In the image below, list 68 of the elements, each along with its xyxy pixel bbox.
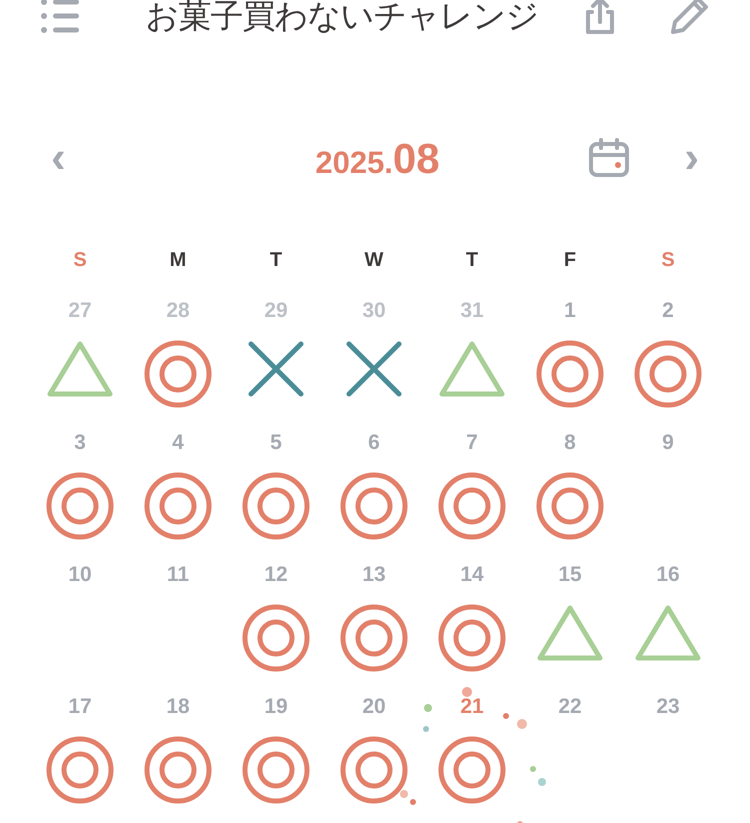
double-circle-mark: [242, 604, 310, 672]
menu-icon: [40, 0, 80, 34]
cross-mark: [345, 340, 403, 398]
triangle-mark: [537, 604, 603, 662]
day-number[interactable]: 23: [656, 687, 680, 727]
double-circle-mark: [242, 472, 310, 540]
double-circle-mark: [144, 736, 212, 804]
day-number[interactable]: 9: [662, 423, 674, 463]
weekday-label: W: [364, 248, 384, 273]
day-number[interactable]: 13: [362, 555, 386, 595]
previous-month-button[interactable]: ‹: [45, 136, 72, 180]
day-number[interactable]: 22: [558, 687, 582, 727]
day-number[interactable]: 20: [362, 687, 386, 727]
double-circle-mark: [144, 340, 212, 408]
day-number[interactable]: 28: [166, 291, 190, 331]
double-circle-mark: [438, 736, 506, 804]
double-circle-mark: [46, 736, 114, 804]
double-circle-mark: [438, 472, 506, 540]
double-circle-mark: [242, 736, 310, 804]
double-circle-mark: [536, 472, 604, 540]
next-month-button[interactable]: ›: [678, 136, 705, 180]
triangle-mark: [635, 604, 701, 662]
calendar-icon: [588, 138, 630, 178]
day-number[interactable]: 18: [166, 687, 190, 727]
weekday-label: S: [73, 248, 87, 273]
weekday-label: T: [270, 248, 282, 273]
double-circle-mark: [340, 604, 408, 672]
triangle-mark: [47, 340, 113, 398]
day-number[interactable]: 8: [564, 423, 576, 463]
day-number[interactable]: 16: [656, 555, 680, 595]
day-number[interactable]: 27: [68, 291, 92, 331]
day-number[interactable]: 6: [368, 423, 380, 463]
calendar-button[interactable]: [588, 138, 630, 178]
double-circle-mark: [340, 472, 408, 540]
pencil-icon: [668, 0, 710, 37]
double-circle-mark: [438, 604, 506, 672]
day-number[interactable]: 2: [662, 291, 674, 331]
day-number[interactable]: 11: [166, 555, 190, 595]
day-number[interactable]: 21: [460, 687, 484, 727]
double-circle-mark: [340, 736, 408, 804]
month-title: 2025.08: [314, 134, 441, 184]
weekday-label: T: [466, 248, 478, 273]
app-title: お菓子買わないチャレンジ: [146, 0, 538, 38]
cross-mark: [247, 340, 305, 398]
day-number[interactable]: 12: [264, 555, 288, 595]
day-number[interactable]: 3: [74, 423, 86, 463]
weekday-label: S: [661, 248, 675, 273]
day-number[interactable]: 29: [264, 291, 288, 331]
day-number[interactable]: 19: [264, 687, 288, 727]
day-number[interactable]: 14: [460, 555, 484, 595]
weekday-label: F: [564, 248, 576, 273]
day-number[interactable]: 5: [270, 423, 282, 463]
day-number[interactable]: 30: [362, 291, 386, 331]
weekday-label: M: [170, 248, 186, 273]
day-number[interactable]: 7: [466, 423, 478, 463]
double-circle-mark: [634, 340, 702, 408]
day-number[interactable]: 15: [558, 555, 582, 595]
double-circle-mark: [144, 472, 212, 540]
day-number[interactable]: 17: [68, 687, 92, 727]
double-circle-mark: [46, 472, 114, 540]
triangle-mark: [439, 340, 505, 398]
day-number[interactable]: 1: [564, 291, 576, 331]
day-number[interactable]: 4: [172, 423, 184, 463]
double-circle-mark: [536, 340, 604, 408]
day-number[interactable]: 31: [460, 291, 484, 331]
day-number[interactable]: 10: [68, 555, 92, 595]
edit-button[interactable]: [668, 0, 710, 37]
menu-button[interactable]: [40, 0, 80, 34]
